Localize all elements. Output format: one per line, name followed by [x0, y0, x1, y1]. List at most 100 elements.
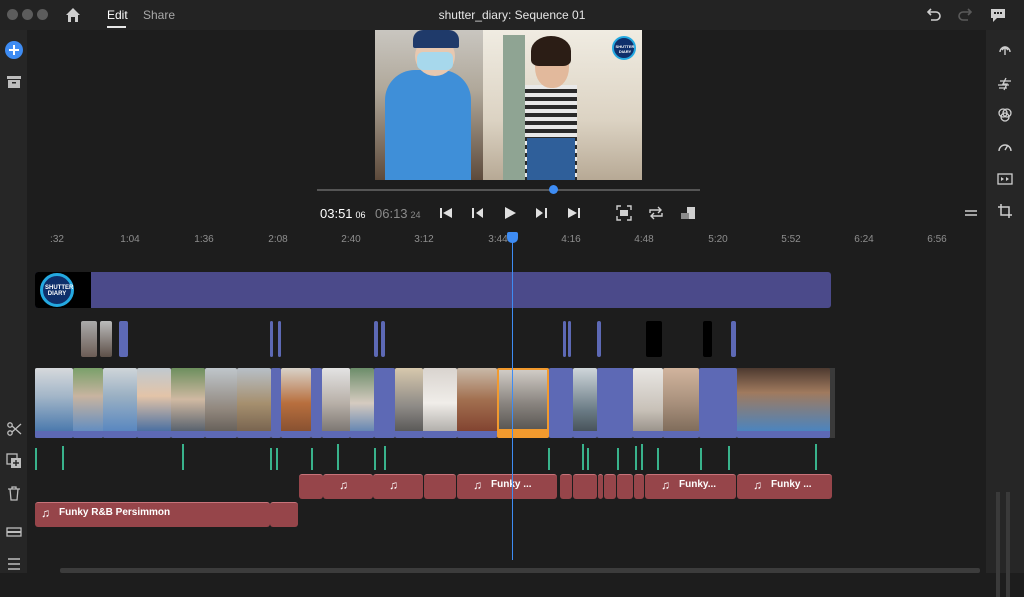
- redo-icon[interactable]: [956, 6, 974, 24]
- export-icon[interactable]: [997, 42, 1013, 58]
- title-track-clip[interactable]: [35, 272, 831, 308]
- overlay-clip[interactable]: [563, 321, 566, 357]
- music-clip[interactable]: [270, 502, 298, 527]
- video-clip[interactable]: [171, 368, 205, 438]
- playhead-handle[interactable]: [507, 232, 518, 243]
- audio-clip[interactable]: ♫ Funky...: [645, 474, 736, 499]
- video-clip[interactable]: [350, 368, 374, 438]
- video-preview[interactable]: SHUTTER DIARY: [375, 30, 642, 180]
- ruler-tick: 5:20: [708, 234, 728, 245]
- overlay-clip[interactable]: [703, 321, 712, 357]
- video-clip[interactable]: [73, 368, 103, 438]
- overlay-clip[interactable]: [597, 321, 601, 357]
- trash-icon[interactable]: [6, 485, 22, 501]
- timeline-menu-icon[interactable]: [963, 205, 979, 221]
- loop-icon[interactable]: [648, 205, 664, 221]
- overlay-clip[interactable]: [100, 321, 112, 357]
- title-bar: Edit Share shutter_diary: Sequence 01: [0, 0, 1024, 30]
- ruler-tick: :32: [50, 234, 64, 245]
- speed-icon[interactable]: [997, 139, 1013, 155]
- preview-jeans: [527, 138, 575, 180]
- video-clip[interactable]: [103, 368, 137, 438]
- current-time: 03:51: [320, 206, 353, 221]
- video-clip[interactable]: [633, 368, 663, 438]
- video-clip[interactable]: [395, 368, 423, 438]
- overlay-clip[interactable]: [731, 321, 736, 357]
- fullscreen-icon[interactable]: [680, 205, 696, 221]
- video-clip-bar: [395, 431, 423, 438]
- audio-clip[interactable]: [299, 474, 323, 499]
- overlay-clip[interactable]: [646, 321, 662, 357]
- window-title: shutter_diary: Sequence 01: [438, 8, 586, 22]
- total-timecode: 06:13 24: [375, 206, 421, 221]
- step-forward-icon[interactable]: [533, 205, 549, 221]
- video-clip-bar: [73, 431, 103, 438]
- fit-view-icon[interactable]: [616, 205, 632, 221]
- color-icon[interactable]: [997, 107, 1013, 123]
- audio-clip[interactable]: [573, 474, 597, 499]
- video-clip[interactable]: [322, 368, 350, 438]
- audio-clip[interactable]: [598, 474, 603, 499]
- overlay-clip[interactable]: [381, 321, 385, 357]
- comment-icon[interactable]: [989, 6, 1007, 24]
- title-logo-clip[interactable]: SHUTTER DIARY: [35, 272, 91, 308]
- video-clip-transition[interactable]: [311, 368, 322, 438]
- duplicate-icon[interactable]: [6, 453, 22, 469]
- audio-clip[interactable]: ♫: [323, 474, 373, 499]
- audio-clip[interactable]: ♫: [373, 474, 423, 499]
- video-clip-transition[interactable]: [597, 368, 633, 438]
- effects-icon[interactable]: [997, 75, 1013, 91]
- timeline-scrollbar[interactable]: [60, 568, 980, 573]
- preview-mask: [417, 52, 453, 70]
- video-clip[interactable]: [457, 368, 497, 438]
- video-clip-transition[interactable]: [549, 368, 573, 438]
- overlay-clip[interactable]: [119, 321, 128, 357]
- playhead-line[interactable]: [512, 240, 513, 560]
- audio-clip[interactable]: [617, 474, 633, 499]
- skip-to-end-icon[interactable]: [566, 205, 582, 221]
- preview-scrub-knob[interactable]: [549, 185, 558, 194]
- video-clip-transition[interactable]: [374, 368, 395, 438]
- audio-clip[interactable]: [424, 474, 456, 499]
- crop-icon[interactable]: [997, 203, 1013, 219]
- video-clip-transition[interactable]: [699, 368, 737, 438]
- audio-clip-label: Funky ...: [771, 479, 812, 490]
- library-icon[interactable]: [6, 74, 22, 90]
- undo-icon[interactable]: [925, 6, 943, 24]
- video-clip[interactable]: [205, 368, 237, 438]
- overlay-clip[interactable]: [81, 321, 97, 357]
- step-back-icon[interactable]: [470, 205, 486, 221]
- video-clip[interactable]: [663, 368, 699, 438]
- skip-to-start-icon[interactable]: [438, 205, 454, 221]
- video-clip[interactable]: [35, 368, 73, 438]
- video-clip[interactable]: [281, 368, 311, 438]
- audio-clip[interactable]: ♫ Funky ...: [737, 474, 832, 499]
- video-clip[interactable]: [137, 368, 171, 438]
- music-clip[interactable]: ♫ Funky R&B Persimmon: [35, 502, 270, 527]
- list-icon[interactable]: [6, 556, 22, 572]
- video-clip-transition[interactable]: [271, 368, 281, 438]
- ruler-tick: 4:48: [634, 234, 654, 245]
- preview-scrub-bar[interactable]: [317, 189, 700, 191]
- overlay-clip[interactable]: [278, 321, 281, 357]
- overlay-clip[interactable]: [568, 321, 571, 357]
- audio-clip[interactable]: [634, 474, 644, 499]
- audio-clip-label: Funky...: [679, 479, 717, 490]
- audio-clip[interactable]: ♫ Funky ...: [457, 474, 557, 499]
- video-clip[interactable]: [423, 368, 457, 438]
- overlay-clip[interactable]: [270, 321, 273, 357]
- video-clip[interactable]: [737, 368, 830, 438]
- add-icon[interactable]: [5, 41, 23, 59]
- preview-door: [503, 35, 525, 180]
- video-clip[interactable]: [237, 368, 271, 438]
- transitions-icon[interactable]: [997, 171, 1013, 187]
- scissors-icon[interactable]: [6, 421, 22, 437]
- play-icon[interactable]: [502, 205, 518, 221]
- video-clip[interactable]: [573, 368, 597, 438]
- track-icon[interactable]: [6, 524, 22, 540]
- audio-clip[interactable]: [604, 474, 616, 499]
- audio-clip[interactable]: [560, 474, 572, 499]
- video-clip-selected[interactable]: [497, 368, 549, 438]
- overlay-clip[interactable]: [374, 321, 378, 357]
- music-clip-label: Funky R&B Persimmon: [59, 507, 171, 518]
